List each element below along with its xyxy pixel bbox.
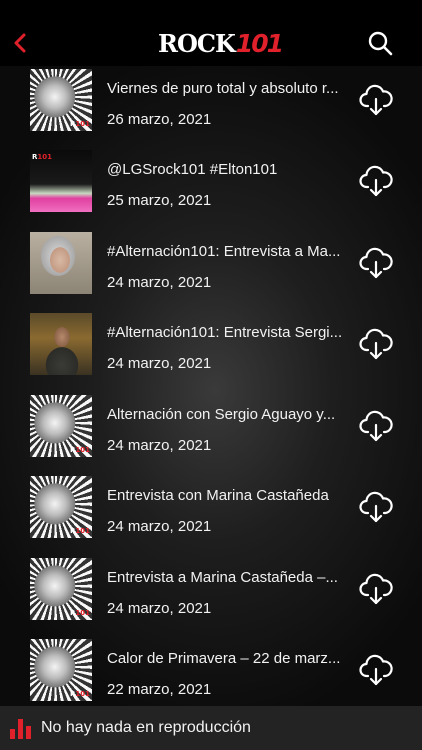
cloud-download-icon [359, 84, 393, 116]
episode-row[interactable]: R101 Alternación con Sergio Aguayo y... 24… [0, 392, 422, 473]
episode-title[interactable]: Entrevista a Marina Castañeda –... [107, 568, 353, 588]
episode-row[interactable]: R101 Calor de Primavera – 22 de marz... 22… [0, 636, 422, 706]
episode-date: 26 marzo, 2021 [107, 111, 212, 128]
episode-thumbnail[interactable] [30, 313, 92, 375]
mini-logo: R101 [69, 120, 90, 128]
episode-list[interactable]: R101 Viernes de puro total y absoluto r..… [0, 66, 422, 706]
search-icon [368, 31, 393, 56]
player-bar[interactable]: No hay nada en reproducción [0, 706, 422, 750]
top-bar: ROCK 101 [0, 0, 422, 66]
logo-number: 101 [235, 28, 284, 58]
search-button[interactable] [366, 29, 394, 57]
episode-date: 24 marzo, 2021 [107, 518, 212, 535]
cloud-download-icon [359, 491, 393, 523]
download-button[interactable] [358, 163, 394, 199]
episode-row[interactable]: #Alternación101: Entrevista a Ma... 24 ma… [0, 229, 422, 310]
episode-thumbnail[interactable]: R101 [30, 639, 92, 701]
mini-logo: R101 [69, 527, 90, 535]
mini-logo: R101 [69, 446, 90, 454]
episode-title[interactable]: #Alternación101: Entrevista a Ma... [107, 242, 353, 262]
mini-logo: R101 [32, 153, 53, 161]
episode-date: 24 marzo, 2021 [107, 274, 212, 291]
episode-date: 22 marzo, 2021 [107, 681, 212, 698]
episode-title[interactable]: @LGSrock101 #Elton101 [107, 160, 353, 180]
episode-title[interactable]: Entrevista con Marina Castañeda [107, 486, 353, 506]
rock101-logo: ROCK 101 [158, 27, 284, 59]
episode-row[interactable]: #Alternación101: Entrevista Sergi... 24 m… [0, 310, 422, 391]
episode-date: 24 marzo, 2021 [107, 437, 212, 454]
download-button[interactable] [358, 245, 394, 281]
download-button[interactable] [358, 326, 394, 362]
logo-word: ROCK [158, 28, 236, 58]
equalizer-icon [10, 719, 32, 739]
episode-date: 24 marzo, 2021 [107, 355, 212, 372]
episode-thumbnail[interactable]: R101 [30, 558, 92, 620]
episode-row[interactable]: R101 Entrevista con Marina Castañeda 24 ma… [0, 473, 422, 554]
cloud-download-icon [359, 654, 393, 686]
episode-date: 24 marzo, 2021 [107, 600, 212, 617]
episode-thumbnail[interactable]: R101 [30, 395, 92, 457]
app-root: ROCK 101 R101 Viernes de puro total y abs… [0, 0, 422, 750]
cloud-download-icon [359, 410, 393, 442]
download-button[interactable] [358, 571, 394, 607]
episode-title[interactable]: #Alternación101: Entrevista Sergi... [107, 323, 353, 343]
episode-title[interactable]: Viernes de puro total y absoluto r... [107, 79, 353, 99]
mini-logo: R101 [69, 609, 90, 617]
player-status: No hay nada en reproducción [41, 719, 251, 736]
cloud-download-icon [359, 328, 393, 360]
cloud-download-icon [359, 573, 393, 605]
cloud-download-icon [359, 165, 393, 197]
episode-row[interactable]: R101 @LGSrock101 #Elton101 25 marzo, 2021 [0, 147, 422, 228]
episode-thumbnail[interactable]: R101 [30, 69, 92, 131]
download-button[interactable] [358, 82, 394, 118]
chevron-left-icon [14, 33, 26, 53]
portrait-artwork [30, 313, 92, 375]
download-button[interactable] [358, 489, 394, 525]
mini-logo: R101 [69, 690, 90, 698]
episode-row[interactable]: R101 Entrevista a Marina Castañeda –... 24… [0, 555, 422, 636]
episode-date: 25 marzo, 2021 [107, 192, 212, 209]
download-button[interactable] [358, 652, 394, 688]
episode-thumbnail[interactable] [30, 232, 92, 294]
episode-row[interactable]: R101 Viernes de puro total y absoluto r..… [0, 66, 422, 147]
cloud-download-icon [359, 247, 393, 279]
episode-thumbnail[interactable]: R101 [30, 476, 92, 538]
episode-thumbnail[interactable]: R101 [30, 150, 92, 212]
episode-title[interactable]: Alternación con Sergio Aguayo y... [107, 405, 353, 425]
episode-title[interactable]: Calor de Primavera – 22 de marz... [107, 649, 353, 669]
portrait-artwork [30, 232, 92, 294]
back-button[interactable] [6, 26, 34, 60]
download-button[interactable] [358, 408, 394, 444]
